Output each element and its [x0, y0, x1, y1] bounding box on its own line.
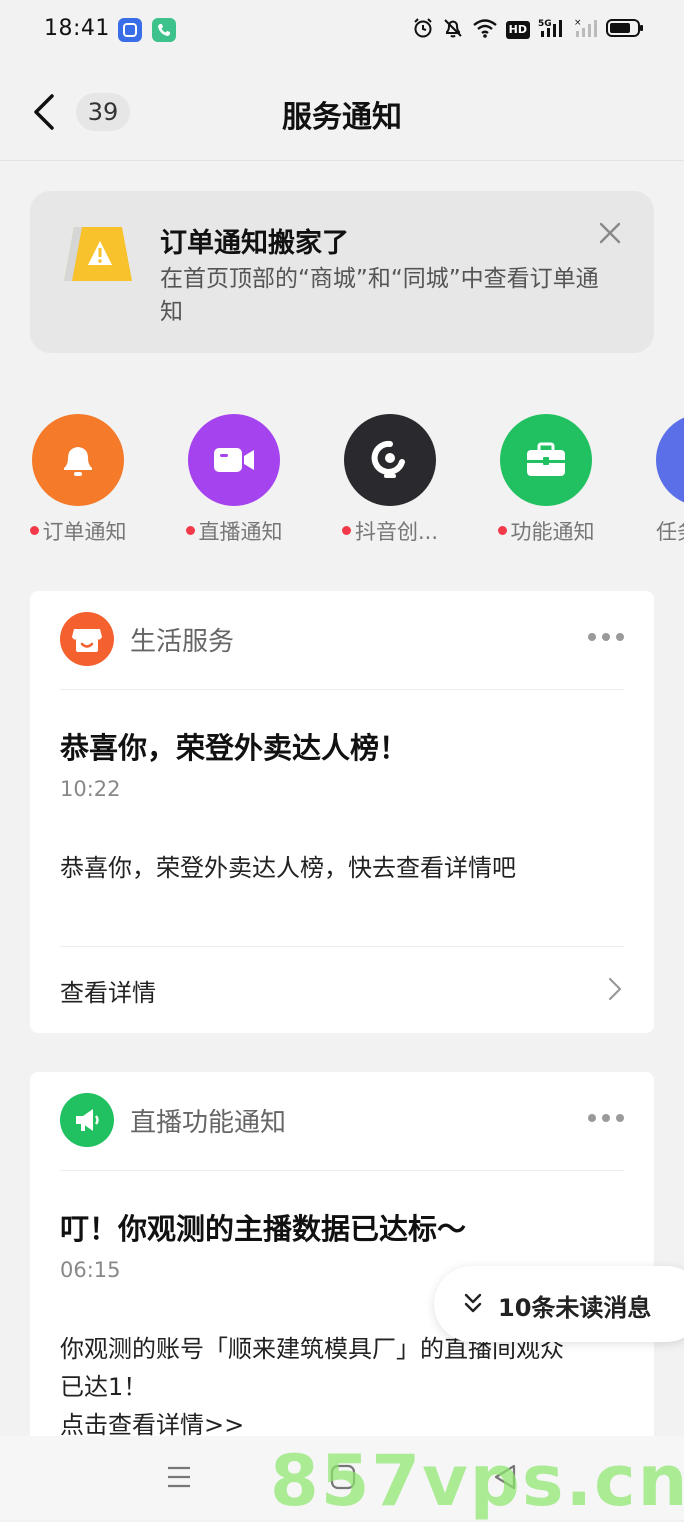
watermark: 857vps.cn	[270, 1440, 684, 1522]
task-icon	[656, 414, 684, 506]
close-icon[interactable]	[596, 219, 624, 247]
card-source-name: 直播功能通知	[130, 1108, 287, 1138]
card-header: 生活服务	[60, 611, 624, 690]
shortcut-label: 直播通知	[198, 520, 283, 544]
unread-dot	[497, 525, 507, 535]
header-bar: 39 服务通知	[0, 62, 684, 161]
chevron-right-icon	[608, 977, 622, 1001]
notification-card[interactable]: 直播功能通知 叮！你观测的主播数据已达标～ 06:15 你观测的账号「顺来建筑模…	[30, 1072, 654, 1452]
video-camera-icon	[188, 414, 280, 506]
creator-bulb-icon	[344, 414, 436, 506]
notification-category-row: 订单通知 直播通知 抖音创... 功能通知 任务	[0, 412, 684, 552]
view-details-link[interactable]: 查看详情	[60, 973, 156, 1008]
bell-icon	[32, 414, 124, 506]
wifi-icon	[472, 17, 498, 43]
unread-dot	[341, 525, 351, 535]
unread-dot	[185, 525, 195, 535]
svg-text:5G: 5G	[538, 19, 552, 29]
shortcut-task-notice[interactable]: 任务	[632, 412, 684, 552]
warning-sign-icon	[60, 221, 136, 285]
card-source-name: 生活服务	[130, 627, 235, 657]
signal-icon: ×	[574, 17, 598, 43]
shortcut-creator-notice[interactable]: 抖音创...	[320, 412, 460, 552]
card-body-line: 已达1！	[60, 1373, 148, 1401]
card-title: 叮！你观测的主播数据已达标～	[60, 1212, 467, 1246]
shortcut-order-notice[interactable]: 订单通知	[8, 412, 148, 552]
notice-banner[interactable]: 订单通知搬家了 在首页顶部的“商城”和“同城”中查看订单通知	[30, 191, 654, 353]
card-time: 10:22	[60, 777, 121, 801]
hd-icon: HD	[505, 21, 530, 39]
megaphone-icon	[60, 1093, 114, 1147]
notification-card[interactable]: 生活服务 恭喜你，荣登外卖达人榜！ 10:22 恭喜你，荣登外卖达人榜，快去查看…	[30, 591, 654, 1033]
mute-bell-icon	[442, 17, 464, 43]
alarm-icon	[412, 17, 434, 43]
shortcut-feature-notice[interactable]: 功能通知	[476, 412, 616, 552]
svg-text:×: ×	[574, 18, 582, 28]
card-body: 恭喜你，荣登外卖达人榜，快去查看详情吧	[60, 854, 516, 882]
unread-messages-label: 10条未读消息	[498, 1294, 652, 1322]
shortcut-label: 任务	[656, 520, 684, 544]
menu-icon[interactable]	[166, 1464, 192, 1490]
shortcut-label: 订单通知	[42, 520, 127, 544]
phone-app-icon	[152, 18, 176, 42]
status-time: 18:41	[44, 16, 110, 41]
view-details-row[interactable]: 查看详情	[60, 946, 624, 1033]
page-title: 服务通知	[282, 100, 402, 135]
status-bar: 18:41 HD 5G ×	[0, 0, 684, 62]
shortcut-label: 抖音创...	[354, 520, 439, 544]
battery-icon	[606, 17, 644, 43]
briefcase-icon	[500, 414, 592, 506]
shop-icon	[60, 612, 114, 666]
card-title: 恭喜你，荣登外卖达人榜！	[60, 731, 409, 765]
banner-description: 在首页顶部的“商城”和“同城”中查看订单通知	[160, 266, 599, 325]
more-options-button[interactable]	[580, 1108, 624, 1128]
more-options-button[interactable]	[580, 627, 624, 647]
double-chevron-down-icon	[464, 1293, 482, 1313]
unread-messages-button[interactable]: 10条未读消息	[434, 1266, 684, 1342]
card-body: 你观测的账号「顺来建筑模具厂」的直播间观众 已达1！ 点击查看详情>>	[60, 1330, 624, 1444]
signal-5g-icon: 5G	[538, 17, 566, 43]
shortcut-label: 功能通知	[510, 520, 595, 544]
unread-dot	[29, 525, 39, 535]
card-header: 直播功能通知	[60, 1092, 624, 1171]
shortcut-live-notice[interactable]: 直播通知	[164, 412, 304, 552]
banner-title: 订单通知搬家了	[160, 228, 349, 259]
card-time: 06:15	[60, 1258, 121, 1282]
app-square-icon	[118, 18, 142, 42]
